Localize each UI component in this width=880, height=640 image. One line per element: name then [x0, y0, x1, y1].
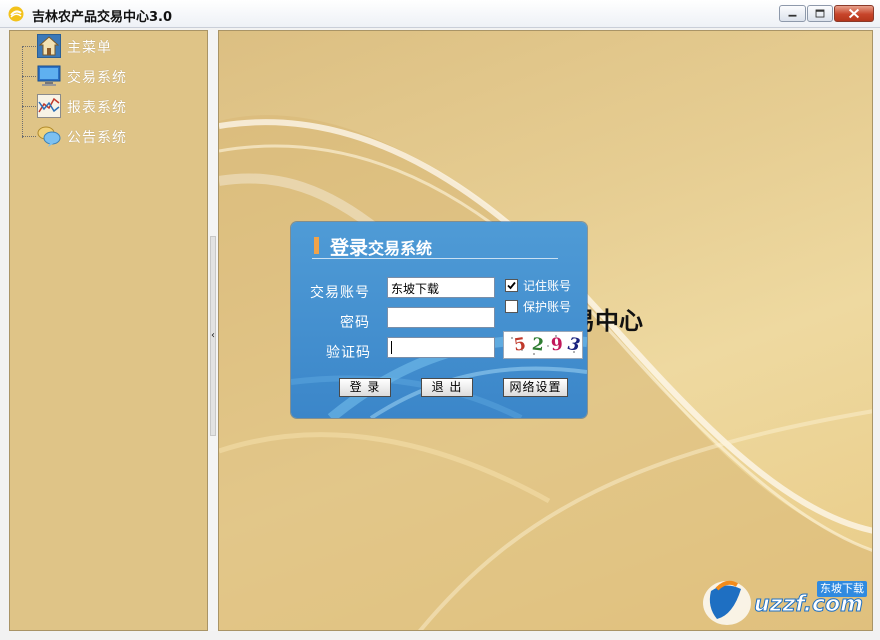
title-bar: 吉林农产品交易中心3.0: [0, 0, 880, 28]
minimize-icon: [788, 14, 797, 17]
captcha-image[interactable]: 5 2 9 3: [503, 331, 583, 359]
captcha-input[interactable]: [387, 337, 495, 358]
sidebar-item-label: 交易系统: [67, 70, 127, 86]
sidebar-item-label: 主菜单: [67, 40, 112, 56]
protect-account-label: 保护账号: [523, 300, 572, 314]
sidebar-item-announcements[interactable]: 公告系统: [22, 123, 182, 149]
password-input[interactable]: [387, 307, 495, 328]
app-logo-icon: [8, 6, 24, 22]
sidebar-item-trading[interactable]: 交易系统: [22, 63, 182, 89]
login-title-sub: 交易系统: [368, 239, 433, 258]
collapse-arrow-icon[interactable]: ‹: [211, 330, 215, 342]
home-menu-icon: [37, 34, 61, 58]
maximize-icon: [815, 9, 825, 18]
captcha-digit: 9: [550, 334, 564, 356]
account-input-value: 东坡下载: [391, 282, 440, 296]
remember-account-label: 记住账号: [523, 279, 572, 293]
network-settings-button[interactable]: 网络设置: [503, 378, 568, 397]
login-button[interactable]: 登 录: [339, 378, 391, 397]
monitor-icon: [37, 65, 61, 86]
sidebar-item-reports[interactable]: 报表系统: [22, 93, 182, 119]
text-caret: [391, 341, 392, 354]
title-divider: [312, 258, 558, 259]
sidebar-item-label: 报表系统: [67, 100, 127, 116]
close-icon: [848, 8, 860, 19]
maximize-button[interactable]: [807, 5, 833, 22]
chart-icon: [37, 94, 61, 118]
window-title: 吉林农产品交易中心3.0: [32, 10, 173, 25]
captcha-label: 验证码: [326, 345, 371, 361]
sidebar-item-main-menu[interactable]: 主菜单: [22, 33, 182, 59]
sidebar-item-label: 公告系统: [67, 130, 127, 146]
login-title: 登录交易系统: [330, 233, 432, 260]
password-label: 密码: [340, 315, 370, 331]
sidebar: [9, 30, 208, 631]
login-title-main: 登录: [330, 237, 369, 259]
captcha-digit: 2: [530, 334, 545, 356]
exit-button[interactable]: 退 出: [421, 378, 473, 397]
protect-account-checkbox[interactable]: [505, 300, 518, 313]
account-input[interactable]: 东坡下载: [387, 277, 495, 298]
watermark-badge: 东坡下载: [817, 581, 867, 597]
close-button[interactable]: [834, 5, 874, 22]
title-accent-bar: [314, 237, 319, 254]
checkmark-icon: [507, 281, 516, 290]
chat-bubble-icon: [37, 126, 61, 147]
minimize-button[interactable]: [779, 5, 806, 22]
account-label: 交易账号: [310, 285, 370, 301]
remember-account-checkbox[interactable]: [505, 279, 518, 292]
